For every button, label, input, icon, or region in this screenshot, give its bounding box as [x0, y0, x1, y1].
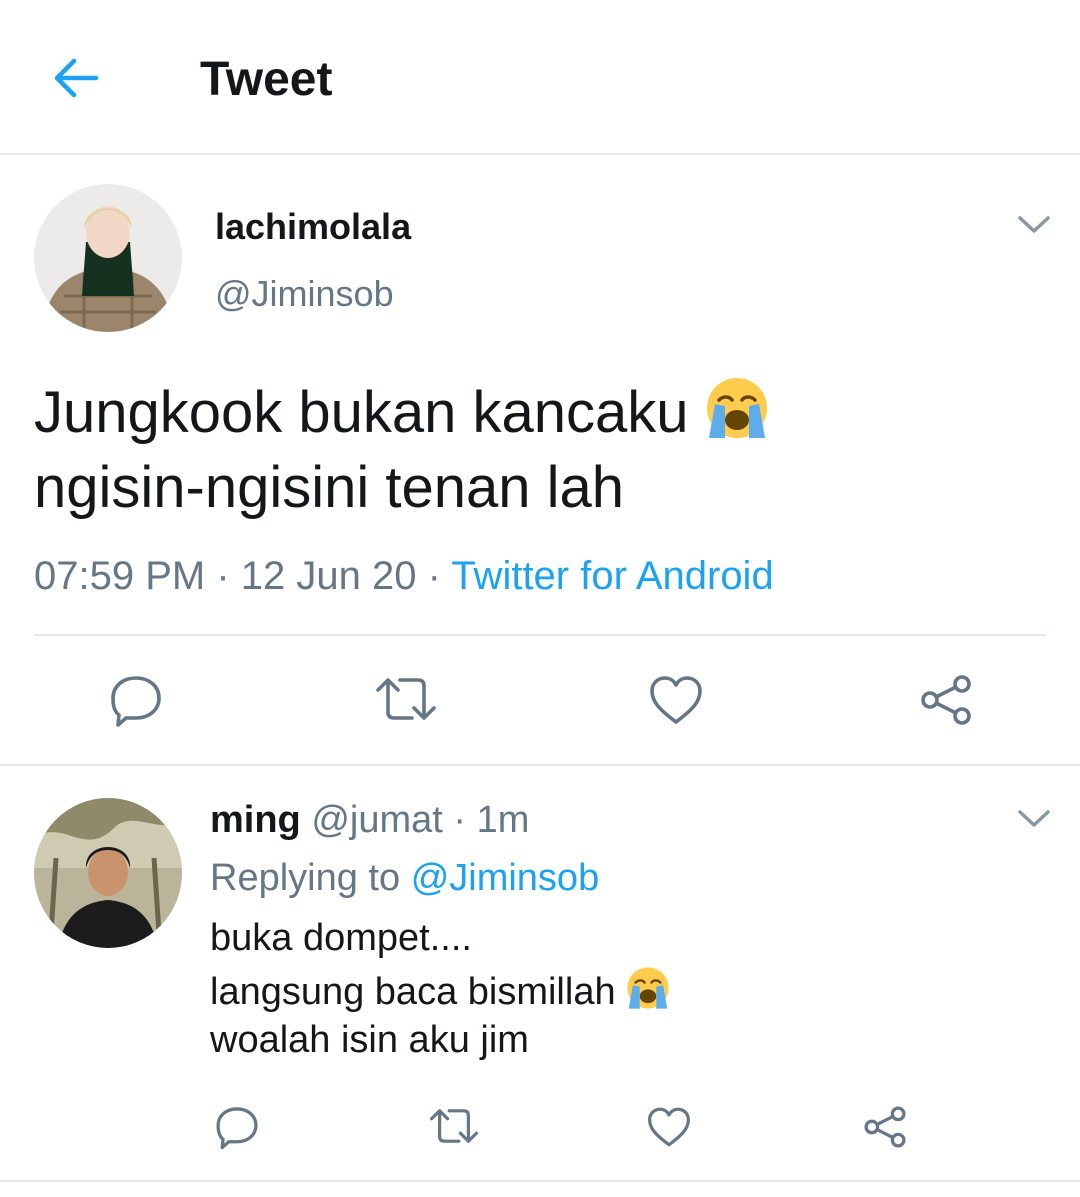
replying-to-label: Replying to [210, 857, 401, 899]
loudly-crying-face-icon [705, 376, 769, 440]
chevron-down-icon [1018, 810, 1050, 827]
back-arrow-icon [54, 58, 99, 98]
meta-separator: · [427, 554, 452, 598]
tweet-date: 12 Jun 20 [240, 554, 417, 598]
tweet-text-line: Jungkook bukan kancaku [34, 375, 1044, 450]
chevron-down-icon [1018, 216, 1050, 233]
reply-button[interactable] [108, 672, 164, 728]
reply-handle[interactable]: @jumat [311, 799, 443, 841]
retweet-button[interactable] [374, 674, 438, 724]
reply-header: ming @jumat · 1m [210, 798, 529, 842]
share-icon [864, 1106, 906, 1148]
tweet-text: Jungkook bukan kancaku ngisin-ngisini te… [34, 375, 1044, 525]
meta-divider [34, 634, 1046, 636]
like-button[interactable] [648, 674, 704, 726]
reply-avatar[interactable] [34, 798, 182, 948]
tweet-time: 07:59 PM [34, 554, 206, 598]
share-button[interactable] [918, 672, 974, 728]
reply-age: 1m [476, 799, 530, 841]
display-name[interactable]: lachimolala [215, 205, 411, 249]
share-icon [921, 675, 971, 725]
like-icon [650, 676, 702, 724]
like-icon [648, 1107, 690, 1147]
back-button[interactable] [50, 52, 102, 104]
reply-icon [111, 676, 161, 727]
meta-separator: · [216, 554, 241, 598]
meta-separator: · [453, 799, 477, 841]
avatar[interactable] [34, 184, 182, 332]
retweet-icon [429, 1109, 478, 1143]
reply-options-button[interactable] [1016, 808, 1052, 830]
reply-text-line: buka dompet.... [210, 917, 472, 959]
header-divider [0, 153, 1080, 155]
tweet-meta: 07:59 PM · 12 Jun 20 · Twitter for Andro… [34, 552, 774, 600]
reply-share-button[interactable] [862, 1104, 908, 1150]
retweet-icon [376, 678, 436, 720]
tweet-source-link[interactable]: Twitter for Android [451, 554, 773, 598]
reply-retweet-button[interactable] [428, 1106, 480, 1146]
user-handle[interactable]: @Jiminsob [215, 272, 394, 316]
replying-to-mention[interactable]: @Jiminsob [411, 857, 600, 899]
tweet-divider [0, 764, 1080, 766]
replying-to: Replying to @Jiminsob [210, 856, 599, 900]
page-title: Tweet [200, 53, 333, 106]
loudly-crying-face-icon [626, 966, 670, 1010]
reply-icon [216, 1107, 258, 1150]
reply-reply-button[interactable] [214, 1104, 260, 1150]
bottom-divider [0, 1180, 1080, 1182]
reply-text-line: langsung baca bismillah [210, 966, 670, 1014]
reply-display-name[interactable]: ming [210, 799, 301, 841]
reply-text-line: woalah isin aku jim [210, 1019, 529, 1061]
reply-like-button[interactable] [646, 1106, 692, 1148]
tweet-text-line: ngisin-ngisini tenan lah [34, 455, 625, 520]
tweet-options-button[interactable] [1016, 214, 1052, 236]
